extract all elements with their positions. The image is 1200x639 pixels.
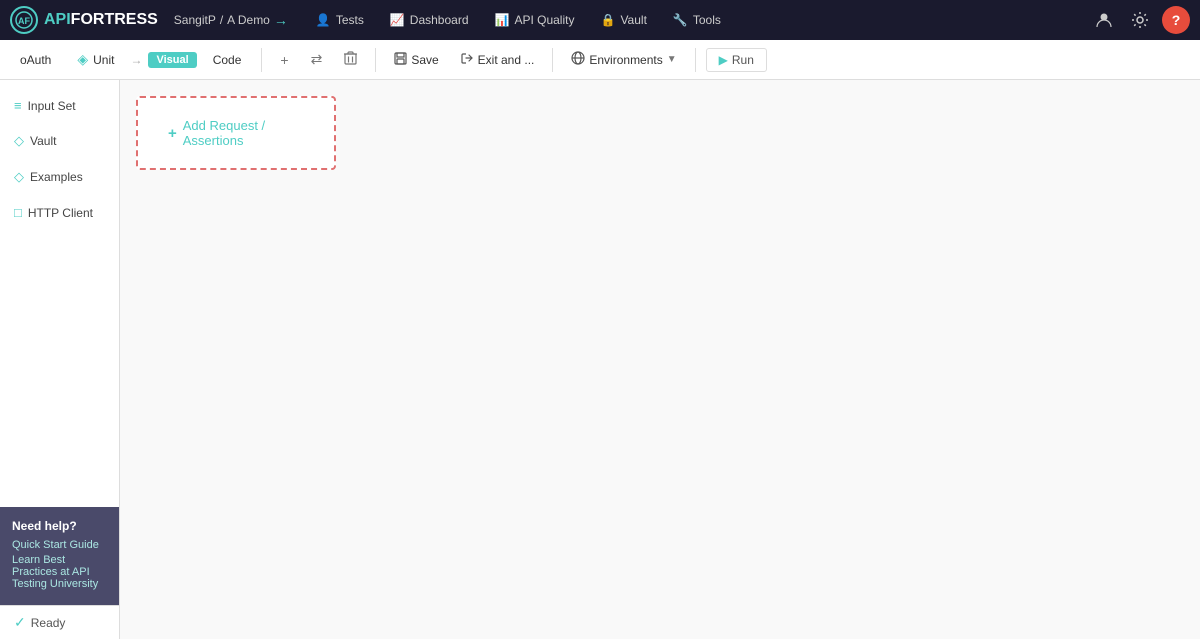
http-client-label: HTTP Client: [28, 206, 93, 220]
tab-oauth[interactable]: oAuth: [10, 49, 61, 71]
transfer-button[interactable]: ⇄: [303, 47, 331, 72]
tools-label: Tools: [693, 13, 721, 27]
toolbar-divider-3: [552, 48, 553, 72]
add-button[interactable]: +: [272, 48, 296, 72]
status-label: Ready: [31, 616, 66, 630]
user-profile-button[interactable]: [1090, 6, 1118, 34]
vault-nav-label: Vault: [620, 13, 646, 27]
sidebar-item-examples[interactable]: ◇ Examples: [0, 159, 119, 195]
tools-icon: 🔧: [673, 13, 688, 27]
run-button[interactable]: ▶ Run: [706, 48, 767, 72]
top-navigation: AF APIFORTRESS SangitP / A Demo → 👤 Test…: [0, 0, 1200, 40]
best-practices-link[interactable]: Learn Best Practices at API Testing Univ…: [12, 554, 107, 590]
http-client-icon: □: [14, 205, 22, 220]
status-bar: ✓ Ready: [0, 605, 119, 639]
examples-label: Examples: [30, 170, 83, 184]
environments-button[interactable]: Environments ▼: [563, 47, 684, 72]
settings-button[interactable]: [1126, 6, 1154, 34]
logo-text: APIFORTRESS: [44, 11, 158, 29]
run-label: Run: [732, 53, 754, 67]
nav-item-tools[interactable]: 🔧 Tools: [661, 7, 733, 33]
trash-icon: [344, 51, 357, 68]
svg-text:AF: AF: [18, 16, 30, 26]
exit-button[interactable]: Exit and ...: [453, 48, 543, 72]
dashboard-icon: 📈: [390, 13, 405, 27]
delete-button[interactable]: [336, 47, 365, 72]
input-set-icon: ≡: [14, 98, 22, 113]
help-button[interactable]: ?: [1162, 6, 1190, 34]
toolbar-divider-1: [261, 48, 262, 72]
unit-icon: ◈: [77, 51, 88, 68]
api-quality-icon: 📊: [495, 13, 510, 27]
chevron-down-icon: ▼: [667, 54, 677, 65]
plus-icon: +: [168, 125, 177, 142]
toolbar-divider-2: [375, 48, 376, 72]
add-request-button[interactable]: + Add Request / Assertions: [136, 96, 336, 170]
help-icon: ?: [1172, 12, 1181, 28]
add-request-label: Add Request / Assertions: [183, 118, 304, 148]
api-quality-label: API Quality: [514, 13, 574, 27]
nav-item-tests[interactable]: 👤 Tests: [304, 7, 376, 33]
logo-icon: AF: [10, 6, 38, 34]
nav-item-api-quality[interactable]: 📊 API Quality: [483, 7, 587, 33]
transfer-icon: ⇄: [311, 51, 323, 68]
logo: AF APIFORTRESS: [10, 6, 158, 34]
username: SangitP: [174, 13, 216, 27]
sidebar-item-vault[interactable]: ◇ Vault: [0, 123, 119, 159]
tests-label: Tests: [336, 13, 364, 27]
user-info[interactable]: SangitP / A Demo →: [174, 12, 288, 28]
help-title: Need help?: [12, 519, 107, 533]
tests-icon: 👤: [316, 13, 331, 27]
unit-label: Unit: [93, 53, 114, 67]
project-name: A Demo: [227, 13, 270, 27]
save-icon: [394, 52, 407, 68]
nav-right-actions: ?: [1090, 6, 1190, 34]
add-icon: +: [280, 52, 288, 68]
input-set-label: Input Set: [28, 99, 76, 113]
nav-slash: /: [220, 13, 223, 27]
save-button[interactable]: Save: [386, 48, 446, 72]
vault-label: Vault: [30, 134, 56, 148]
visual-badge[interactable]: Visual: [148, 52, 196, 68]
editor-toolbar: oAuth ◈ Unit → Visual Code + ⇄: [0, 40, 1200, 80]
environments-label: Environments: [589, 53, 662, 67]
exit-label: Exit and ...: [478, 53, 535, 67]
save-label: Save: [411, 53, 438, 67]
sidebar-item-input-set[interactable]: ≡ Input Set: [0, 88, 119, 123]
environments-icon: [571, 51, 585, 68]
nav-item-dashboard[interactable]: 📈 Dashboard: [378, 7, 481, 33]
tab-unit[interactable]: ◈ Unit: [67, 47, 124, 72]
main-layout: ≡ Input Set ◇ Vault ◇ Examples □ HTTP Cl…: [0, 80, 1200, 639]
nav-forward-icon: →: [274, 12, 288, 28]
sidebar: ≡ Input Set ◇ Vault ◇ Examples □ HTTP Cl…: [0, 80, 120, 639]
tab-code[interactable]: Code: [203, 49, 252, 71]
exit-icon: [461, 52, 474, 68]
vault-nav-icon: 🔒: [600, 13, 615, 27]
nav-item-vault[interactable]: 🔒 Vault: [588, 7, 658, 33]
examples-icon: ◇: [14, 169, 24, 185]
nav-items: 👤 Tests 📈 Dashboard 📊 API Quality 🔒 Vaul…: [304, 7, 1090, 33]
quick-start-link[interactable]: Quick Start Guide: [12, 539, 107, 551]
check-icon: ✓: [14, 614, 26, 631]
dashboard-label: Dashboard: [410, 13, 469, 27]
arrow-icon: →: [130, 53, 142, 67]
sidebar-item-http-client[interactable]: □ HTTP Client: [0, 195, 119, 230]
main-content: + Add Request / Assertions: [120, 80, 1200, 639]
toolbar-divider-4: [695, 48, 696, 72]
run-icon: ▶: [719, 53, 728, 67]
vault-icon: ◇: [14, 133, 24, 149]
sidebar-help-section: Need help? Quick Start Guide Learn Best …: [0, 507, 119, 605]
